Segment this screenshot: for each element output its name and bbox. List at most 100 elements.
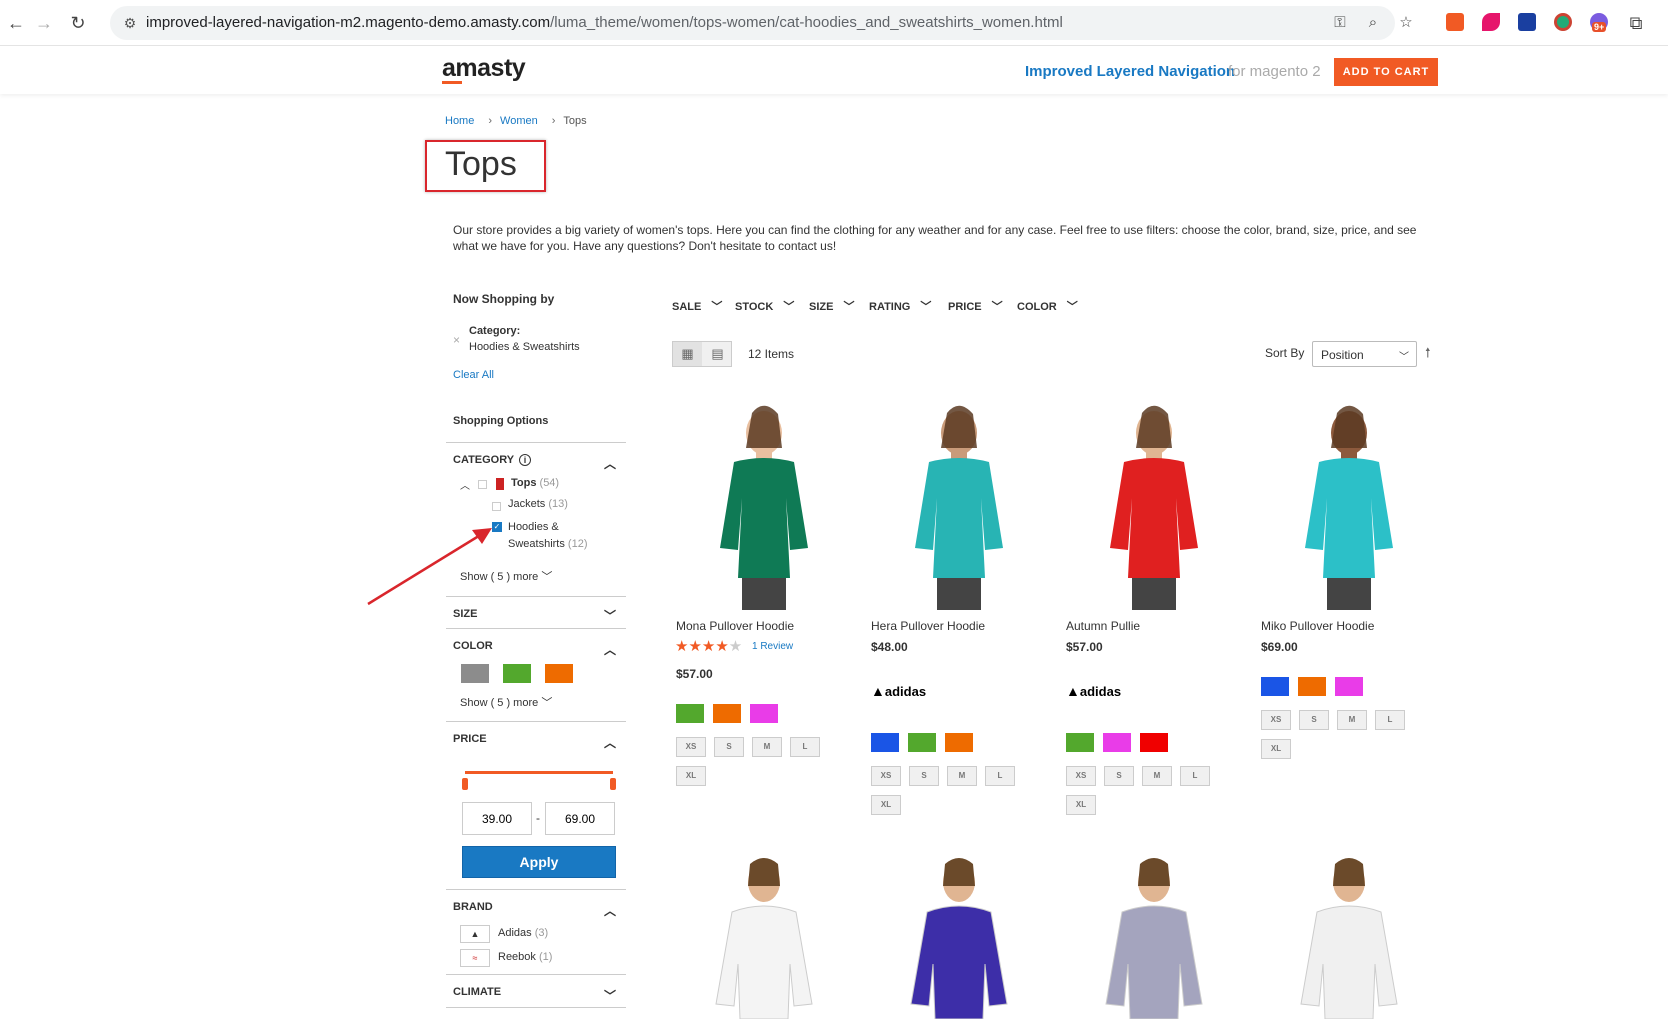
product-size-option[interactable]: XL <box>676 766 706 786</box>
remove-filter-icon[interactable]: × <box>453 333 460 347</box>
product-size-option[interactable]: L <box>1375 710 1405 730</box>
category-item-hoodies[interactable]: Hoodies & Sweatshirts (12) <box>508 519 587 553</box>
price-apply-button[interactable]: Apply <box>462 846 616 878</box>
category-item-jackets[interactable]: Jackets (13) <box>508 498 568 510</box>
breadcrumb-women[interactable]: Women <box>500 115 538 127</box>
product-size-option[interactable]: XS <box>871 766 901 786</box>
product-size-option[interactable]: M <box>947 766 977 786</box>
product-size-option[interactable]: S <box>1104 766 1134 786</box>
filter-dropdown-stock[interactable]: STOCK ﹀ <box>735 298 794 314</box>
product-color-swatch[interactable] <box>713 704 741 723</box>
product-color-swatch[interactable] <box>1335 677 1363 696</box>
filter-category-header[interactable]: CATEGORY i ︿ <box>446 442 626 471</box>
product-color-swatch[interactable] <box>908 733 936 752</box>
brand-item-reebok[interactable]: Reebok (1) <box>498 951 552 963</box>
filter-price-header[interactable]: PRICE ︿ <box>446 721 626 751</box>
filter-dropdown-price[interactable]: PRICE ﹀ <box>948 298 1003 314</box>
address-bar[interactable]: ⚙ improved-layered-navigation-m2.magento… <box>110 6 1413 40</box>
chevron-up-icon[interactable]: ︿ <box>604 734 616 751</box>
product-name[interactable]: Mona Pullover Hoodie <box>676 619 794 633</box>
product-size-option[interactable]: S <box>714 737 744 757</box>
collapse-tree-icon[interactable]: ︿ <box>460 477 470 492</box>
price-min-input[interactable] <box>462 802 532 835</box>
product-size-option[interactable]: L <box>790 737 820 757</box>
chevron-up-icon[interactable]: ︿ <box>604 455 616 472</box>
color-swatch[interactable] <box>503 664 531 683</box>
product-size-option[interactable]: M <box>1337 710 1367 730</box>
color-swatch[interactable] <box>461 664 489 683</box>
product-name[interactable]: Autumn Pullie <box>1066 619 1140 633</box>
product-color-swatch[interactable] <box>1066 733 1094 752</box>
product-image[interactable] <box>877 854 1042 1019</box>
extensions-puzzle-icon[interactable]: ⧉ <box>1624 11 1648 35</box>
clear-all-link[interactable]: Clear All <box>453 369 494 381</box>
key-icon[interactable]: ⚿ <box>1330 13 1350 33</box>
bookmark-star-icon[interactable]: ☆ <box>1396 13 1416 33</box>
grid-view-icon[interactable]: ▦ <box>673 342 702 366</box>
site-settings-icon[interactable]: ⚙ <box>120 13 140 33</box>
product-color-swatch[interactable] <box>1140 733 1168 752</box>
product-size-option[interactable]: L <box>1180 766 1210 786</box>
info-icon[interactable]: i <box>518 454 531 466</box>
amasty-logo[interactable]: amasty <box>442 54 526 83</box>
product-color-swatch[interactable] <box>871 733 899 752</box>
category-checkbox-jackets[interactable] <box>492 502 501 511</box>
color-swatch[interactable] <box>545 664 573 683</box>
product-color-swatch[interactable] <box>1103 733 1131 752</box>
price-slider-min-handle[interactable] <box>462 778 468 790</box>
back-arrow-icon[interactable]: ← <box>4 11 28 35</box>
product-size-option[interactable]: S <box>1299 710 1329 730</box>
product-size-option[interactable]: XL <box>871 795 901 815</box>
sort-direction-icon[interactable]: 🠕 <box>1425 344 1431 366</box>
reload-icon[interactable]: ↻ <box>66 11 90 35</box>
product-image[interactable] <box>1267 398 1432 610</box>
breadcrumb-home[interactable]: Home <box>445 115 474 127</box>
filter-climate-header[interactable]: CLIMATE ﹀ <box>446 974 626 1008</box>
extension-icon[interactable] <box>1518 13 1536 31</box>
product-image[interactable] <box>1267 854 1432 1019</box>
product-image[interactable] <box>877 398 1042 610</box>
product-color-swatch[interactable] <box>750 704 778 723</box>
chevron-up-icon[interactable]: ︿ <box>604 902 616 919</box>
product-size-option[interactable]: XL <box>1261 739 1291 759</box>
forward-arrow-icon[interactable]: → <box>32 11 56 35</box>
review-link[interactable]: 1 Review <box>752 641 793 652</box>
filter-dropdown-color[interactable]: COLOR ﹀ <box>1017 298 1078 314</box>
extension-icon[interactable] <box>1554 13 1572 31</box>
add-to-cart-button[interactable]: ADD TO CART <box>1334 58 1438 86</box>
price-max-input[interactable] <box>545 802 615 835</box>
product-color-swatch[interactable] <box>676 704 704 723</box>
product-image[interactable] <box>682 398 847 610</box>
category-item-tops[interactable]: Tops (54) <box>511 477 559 489</box>
chevron-up-icon[interactable]: ︿ <box>604 641 616 658</box>
product-image[interactable] <box>682 854 847 1019</box>
product-size-option[interactable]: S <box>909 766 939 786</box>
product-color-swatch[interactable] <box>945 733 973 752</box>
list-view-icon[interactable]: ▤ <box>703 342 732 366</box>
product-image[interactable] <box>1072 854 1237 1019</box>
product-name[interactable]: Hera Pullover Hoodie <box>871 619 985 633</box>
color-show-more[interactable]: Show ( 5 ) more ﹀ <box>460 694 552 710</box>
extension-icon[interactable] <box>1446 13 1464 31</box>
product-size-option[interactable]: XS <box>1261 710 1291 730</box>
chevron-down-icon[interactable]: ﹀ <box>604 987 616 1004</box>
product-size-option[interactable]: XS <box>1066 766 1096 786</box>
product-name[interactable]: Miko Pullover Hoodie <box>1261 619 1374 633</box>
product-size-option[interactable]: XL <box>1066 795 1096 815</box>
product-color-swatch[interactable] <box>1298 677 1326 696</box>
product-color-swatch[interactable] <box>1261 677 1289 696</box>
zoom-icon[interactable]: ⌕ <box>1363 13 1383 33</box>
product-size-option[interactable]: M <box>752 737 782 757</box>
filter-dropdown-rating[interactable]: RATING ﹀ <box>869 298 931 314</box>
filter-color-header[interactable]: COLOR ︿ <box>446 628 626 658</box>
price-slider-track[interactable] <box>465 771 613 774</box>
filter-dropdown-sale[interactable]: SALE ﹀ <box>672 298 722 314</box>
filter-size-header[interactable]: SIZE ﹀ <box>446 596 626 626</box>
brand-item-adidas[interactable]: Adidas (3) <box>498 927 548 939</box>
category-checkbox-tops[interactable] <box>478 480 487 489</box>
filter-brand-header[interactable]: BRAND ︿ <box>446 889 626 919</box>
url-text[interactable]: improved-layered-navigation-m2.magento-d… <box>146 14 1063 31</box>
sort-select[interactable]: Position ﹀ <box>1312 341 1417 367</box>
price-slider-max-handle[interactable] <box>610 778 616 790</box>
extension-icon[interactable] <box>1482 13 1500 31</box>
